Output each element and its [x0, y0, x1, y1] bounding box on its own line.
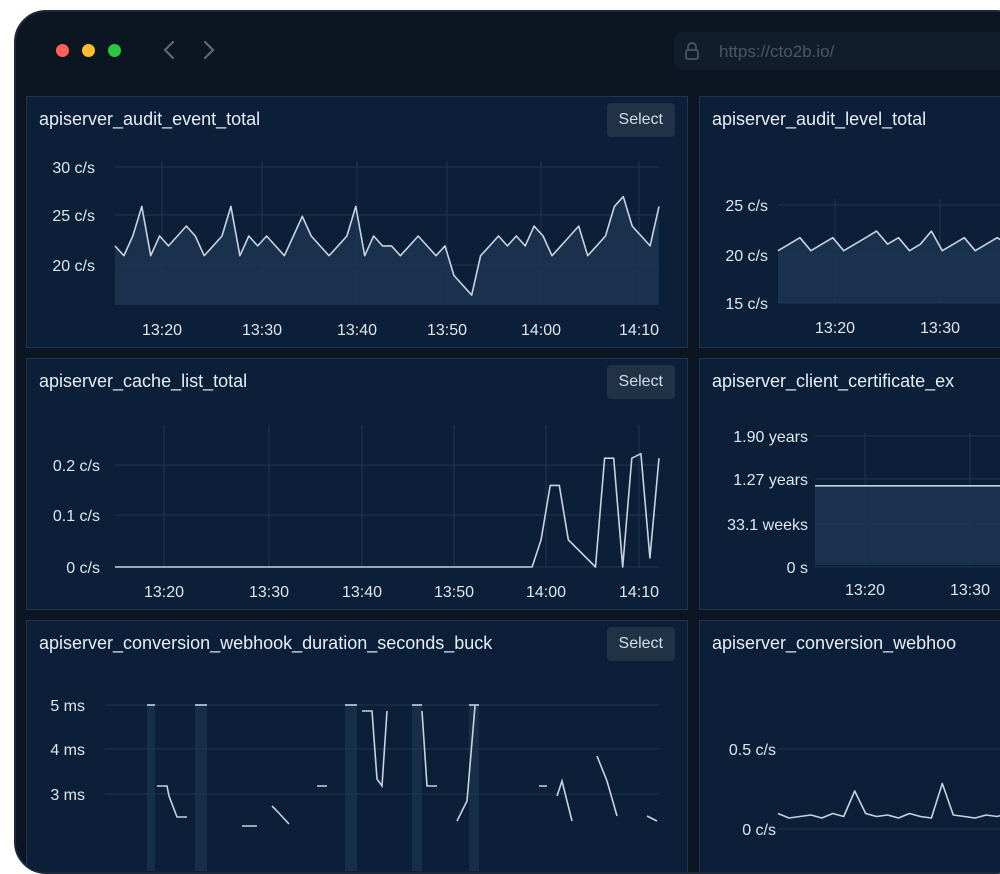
maximize-button[interactable] [108, 44, 121, 57]
x-tick-label: 14:10 [619, 322, 659, 339]
y-tick-label: 0.5 c/s [729, 742, 776, 759]
x-tick-label: 14:10 [619, 584, 659, 601]
chart-svg: 0.5 c/s 0 c/s [729, 742, 1000, 839]
x-tick-label: 13:30 [249, 584, 289, 601]
x-tick-label: 13:30 [950, 582, 990, 599]
y-tick-label: 25 c/s [725, 198, 768, 215]
x-tick-label: 13:30 [920, 320, 960, 337]
x-tick-label: 14:00 [526, 584, 566, 601]
browser-window: https://cto2b.io/ apiserver_audit_event_… [14, 10, 1000, 874]
x-tick-label: 13:50 [434, 584, 474, 601]
histogram-bar [469, 705, 479, 871]
x-tick-label: 13:40 [337, 322, 377, 339]
x-tick-label: 13:40 [342, 584, 382, 601]
histogram-bar [195, 705, 207, 871]
back-arrow-icon[interactable] [158, 38, 180, 62]
browser-titlebar: https://cto2b.io/ [16, 12, 1000, 92]
histogram-bar [412, 705, 422, 871]
series-area [778, 231, 1000, 303]
metric-panel: apiserver_conversion_webhoo 0.5 c/s 0 c/s [699, 620, 1000, 872]
y-tick-label: 15 c/s [725, 296, 768, 313]
x-tick-label: 13:30 [242, 322, 282, 339]
y-tick-label: 20 c/s [52, 258, 95, 275]
y-tick-label: 20 c/s [725, 248, 768, 265]
chart-svg: 0.2 c/s 0.1 c/s 0 c/s 13:20 13:30 13:40 13:50 1… [53, 425, 660, 601]
forward-arrow-icon[interactable] [198, 38, 220, 62]
series-area [815, 485, 1000, 565]
y-tick-label: 33.1 weeks [727, 517, 808, 534]
x-tick-label: 13:20 [142, 322, 182, 339]
metric-panel: apiserver_cache_list_total Select 0.2 c/s 0… [26, 358, 688, 610]
y-tick-label: 3 ms [50, 787, 85, 804]
address-bar[interactable]: https://cto2b.io/ [674, 32, 1000, 70]
y-tick-label: 25 c/s [52, 208, 95, 225]
chart-svg: 1.90 years 1.27 years 33.1 weeks 0 s 13:20 13… [727, 429, 1000, 599]
minimize-button[interactable] [82, 44, 95, 57]
metric-panel: apiserver_conversion_webhook_duration_se… [26, 620, 688, 872]
series-line [115, 452, 660, 568]
y-tick-label: 5 ms [50, 698, 85, 715]
y-tick-label: 30 c/s [52, 160, 95, 177]
metric-panel: apiserver_audit_level_total 25 c/s 20 c/s 1… [699, 96, 1000, 348]
x-tick-label: 13:20 [144, 584, 184, 601]
chart-svg: 25 c/s 20 c/s 15 c/s 13:20 13:30 [725, 198, 1000, 337]
series-line [777, 782, 1000, 819]
lock-icon [685, 42, 699, 60]
y-tick-label: 0 c/s [66, 560, 100, 577]
chart-svg: 30 c/s 25 c/s 20 c/s 13:20 13:30 13:40 13:50 14… [52, 160, 660, 339]
x-tick-label: 13:20 [845, 582, 885, 599]
series-area [115, 196, 659, 305]
series-line [157, 705, 658, 827]
y-tick-label: 0.1 c/s [53, 508, 100, 525]
y-tick-label: 0 c/s [742, 822, 776, 839]
y-tick-label: 0 s [787, 560, 808, 577]
y-tick-label: 4 ms [50, 742, 85, 759]
close-button[interactable] [56, 44, 69, 57]
x-tick-label: 14:00 [521, 322, 561, 339]
y-tick-label: 1.90 years [733, 429, 808, 446]
address-url: https://cto2b.io/ [719, 42, 835, 61]
histogram-bar [147, 705, 155, 871]
chart-svg: 5 ms 4 ms 3 ms [50, 698, 659, 871]
y-tick-label: 0.2 c/s [53, 458, 100, 475]
y-tick-label: 1.27 years [733, 472, 808, 489]
metric-panel: apiserver_audit_event_total Select 30 c/s 2… [26, 96, 688, 348]
metric-panel: apiserver_client_certificate_ex 1.90 year… [699, 358, 1000, 610]
histogram-bar [345, 705, 357, 871]
x-tick-label: 13:20 [815, 320, 855, 337]
x-tick-label: 13:50 [427, 322, 467, 339]
